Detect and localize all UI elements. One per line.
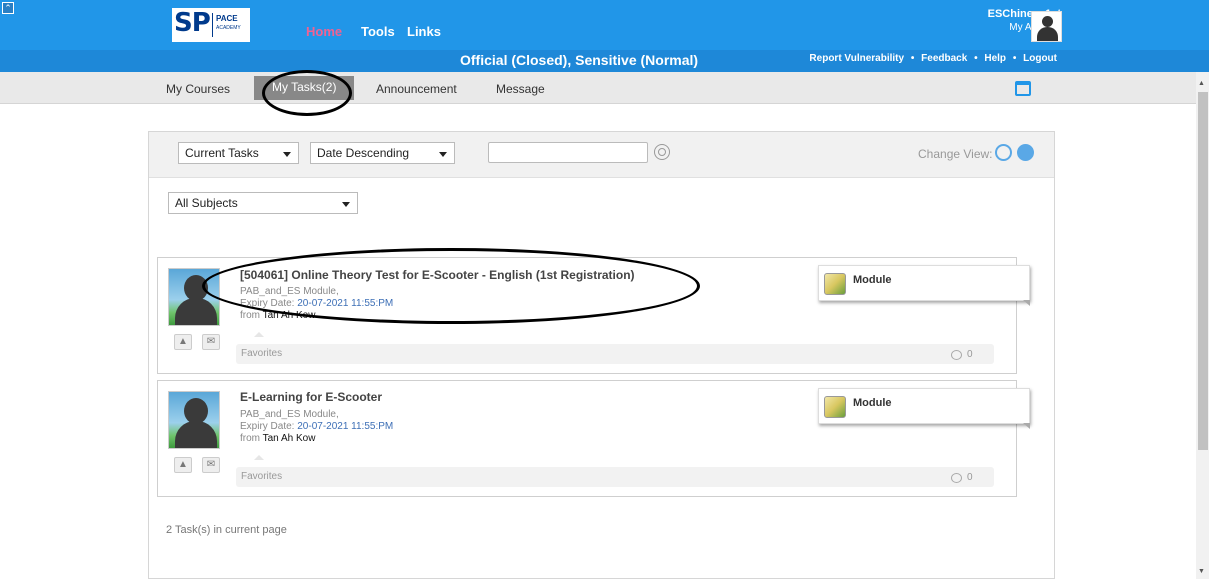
subject-value: All Subjects: [175, 196, 238, 210]
account-avatar[interactable]: [1031, 11, 1062, 42]
from-label: from: [240, 433, 260, 444]
comment-count: 0: [967, 349, 973, 360]
scroll-up-icon[interactable]: ▲: [1198, 80, 1205, 87]
task-module: PAB_and_ES Module,: [240, 409, 339, 420]
nav-home[interactable]: Home: [306, 24, 342, 39]
module-badge: Module: [818, 388, 1030, 429]
task-title[interactable]: E-Learning for E-Scooter: [240, 390, 382, 404]
chevron-down-icon: [283, 152, 291, 157]
change-view-label: Change View:: [918, 147, 993, 161]
logo-academy: ACADEMY: [216, 25, 241, 31]
chevron-down-icon: [342, 202, 350, 207]
logout-link[interactable]: Logout: [1023, 53, 1057, 64]
list-view-icon[interactable]: [995, 144, 1012, 161]
module-icon: [824, 273, 846, 295]
task-expiry: Expiry Date: 20-07-2021 11:55:PM: [240, 421, 393, 432]
subject-select[interactable]: All Subjects: [168, 192, 358, 214]
annotation-circle: [262, 70, 352, 116]
task-count: 2 Task(s) in current page: [166, 524, 287, 536]
annotation-circle: [202, 248, 700, 324]
from-name: Tan Ah Kow: [262, 433, 316, 444]
logo-divider: [212, 13, 213, 37]
comment-icon[interactable]: [951, 350, 962, 360]
link-separator: •: [910, 53, 915, 64]
module-label: Module: [853, 397, 892, 409]
nav-tools[interactable]: Tools: [361, 24, 395, 39]
classification-label: Official (Closed), Sensitive (Normal): [460, 52, 699, 68]
message-icon[interactable]: ✉: [202, 334, 220, 350]
tab-announcement[interactable]: Announcement: [376, 82, 457, 96]
link-separator: •: [974, 53, 978, 64]
search-input[interactable]: [488, 142, 648, 163]
comment-icon[interactable]: [951, 473, 962, 483]
expiry-date: 20-07-2021 11:55:PM: [297, 421, 394, 432]
message-icon[interactable]: ✉: [202, 457, 220, 473]
module-icon: [824, 396, 846, 418]
help-link[interactable]: Help: [984, 53, 1006, 64]
favorites-bar[interactable]: Favorites: [236, 344, 994, 364]
nav-links[interactable]: Links: [407, 24, 441, 39]
comment-count: 0: [967, 472, 973, 483]
search-icon[interactable]: [654, 144, 670, 160]
chevron-down-icon: [439, 152, 447, 157]
feedback-link[interactable]: Feedback: [921, 53, 967, 64]
favorites-label: Favorites: [241, 348, 283, 359]
expiry-label: Expiry Date:: [240, 421, 295, 432]
calendar-icon[interactable]: [1015, 81, 1031, 96]
task-from: from Tan Ah Kow: [240, 433, 315, 444]
tab-my-courses[interactable]: My Courses: [166, 82, 230, 96]
tab-message[interactable]: Message: [496, 82, 545, 96]
pin-icon[interactable]: ▲: [174, 457, 192, 473]
sort-value: Date Descending: [317, 146, 410, 160]
utility-links: Report Vulnerability • Feedback • Help •…: [807, 53, 1059, 64]
grid-view-icon[interactable]: [1017, 144, 1034, 161]
logo-pace: PACE: [216, 14, 238, 23]
favorites-pointer: [254, 455, 264, 460]
scroll-down-icon[interactable]: ▼: [1198, 568, 1205, 575]
favorites-label: Favorites: [241, 471, 283, 482]
logo-text: SP: [174, 8, 211, 38]
pin-icon[interactable]: ▲: [174, 334, 192, 350]
task-filter-value: Current Tasks: [185, 146, 259, 160]
from-label: from: [240, 310, 260, 321]
favorites-pointer: [254, 332, 264, 337]
link-separator: •: [1012, 53, 1017, 64]
scroll-thumb[interactable]: [1198, 92, 1208, 450]
sort-select[interactable]: Date Descending: [310, 142, 455, 164]
report-vulnerability-link[interactable]: Report Vulnerability: [809, 53, 904, 64]
module-badge: Module: [818, 265, 1030, 306]
module-label: Module: [853, 274, 892, 286]
task-filter-select[interactable]: Current Tasks: [178, 142, 299, 164]
task-avatar: [168, 391, 220, 449]
collapse-icon[interactable]: ⌃: [2, 2, 14, 14]
sp-logo[interactable]: SP PACE ACADEMY: [172, 8, 250, 42]
favorites-bar[interactable]: Favorites: [236, 467, 994, 487]
